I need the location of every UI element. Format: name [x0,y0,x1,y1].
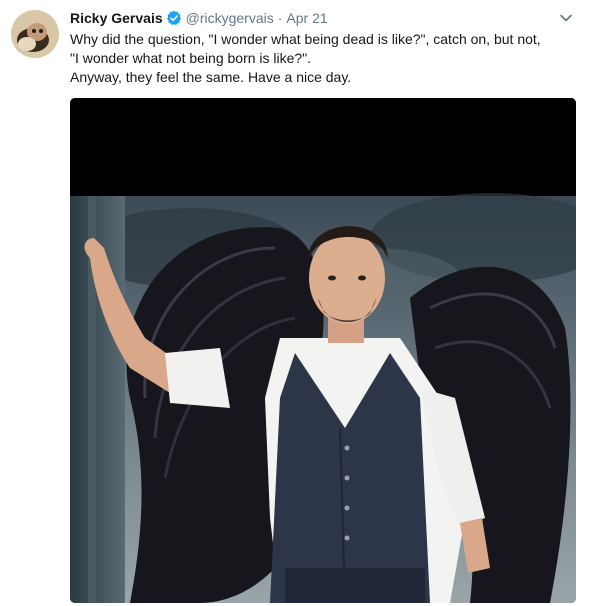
avatar[interactable] [11,10,59,58]
tweet-text: Why did the question, "I wonder what bei… [70,30,570,87]
author-name[interactable]: Ricky Gervais [70,10,163,26]
verified-badge-icon [166,10,182,26]
tweet-card: Ricky Gervais @rickygervais · Apr 21 Why… [0,0,589,606]
author-handle[interactable]: @rickygervais [186,10,274,26]
tweet-header: Ricky Gervais @rickygervais · Apr 21 [70,8,328,28]
tweet-date[interactable]: Apr 21 [286,10,327,26]
tweet-text-line: Anyway, they feel the same. Have a nice … [70,69,352,85]
header-separator: · [277,10,283,26]
chevron-down-icon[interactable] [558,10,574,26]
tweet-text-line: Why did the question, "I wonder what bei… [70,31,541,47]
tweet-photo[interactable] [70,98,576,603]
tweet-text-line: "I wonder what not being born is like?". [70,50,312,66]
